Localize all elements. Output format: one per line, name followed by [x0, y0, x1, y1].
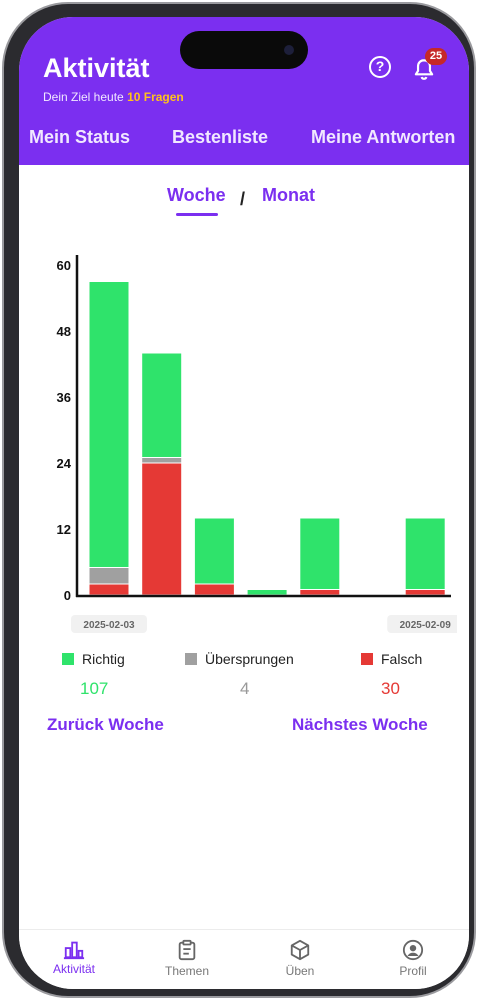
daily-goal: Dein Ziel heute 10 Fragen	[43, 90, 184, 104]
nav-item-themen[interactable]: Themen	[147, 938, 227, 978]
nav-label-ueben: Üben	[285, 964, 315, 978]
bar-segment-übersprungen	[88, 567, 130, 585]
dynamic-island	[180, 31, 308, 69]
count-richtig: 107	[80, 679, 109, 698]
count-uebersprungen: 4	[240, 679, 250, 698]
legend-falsch: Falsch	[361, 651, 422, 667]
legend-swatch-uebersprungen	[185, 653, 197, 665]
bar-segment-falsch	[299, 589, 341, 596]
y-tick-label: 24	[57, 456, 72, 471]
x-tick-label: 2025-02-09	[400, 620, 452, 631]
help-icon[interactable]: ?	[369, 56, 391, 78]
nav-label-aktivitaet: Aktivität	[52, 962, 95, 976]
tab-mein-status[interactable]: Mein Status	[29, 127, 130, 148]
legend-uebersprungen: Übersprungen	[185, 651, 294, 667]
toggle-month[interactable]: Monat	[262, 185, 315, 206]
tab-meine-antworten[interactable]: Meine Antworten	[311, 127, 455, 148]
goal-prefix: Dein Ziel heute	[43, 90, 124, 104]
count-falsch: 30	[381, 679, 400, 698]
bar-segment-falsch	[404, 589, 446, 596]
nav-label-themen: Themen	[164, 964, 210, 978]
legend-swatch-richtig	[62, 653, 74, 665]
bar-segment-richtig	[193, 517, 235, 585]
clipboard-icon	[178, 939, 196, 961]
toggle-separator: /	[240, 189, 246, 209]
bar-segment-richtig	[88, 281, 130, 568]
y-tick-label: 48	[57, 324, 71, 339]
legend-label-falsch: Falsch	[381, 651, 423, 667]
tab-bestenliste[interactable]: Bestenliste	[172, 127, 268, 148]
legend-swatch-falsch	[361, 653, 373, 665]
nav-label-profil: Profil	[399, 964, 427, 978]
nav-item-profil[interactable]: Profil	[373, 938, 453, 978]
bar-segment-falsch	[193, 583, 235, 596]
activity-bar-chart: 0 12 24 36 48 60 2025-02-03 2025-02-09	[57, 255, 457, 633]
toggle-week[interactable]: Woche	[167, 185, 226, 206]
y-tick-label: 0	[64, 588, 71, 603]
active-period-underline	[176, 213, 218, 216]
y-tick-label: 12	[57, 522, 71, 537]
legend-label-richtig: Richtig	[82, 651, 125, 667]
previous-week-button[interactable]: Zurück Woche	[47, 715, 164, 735]
bar-segment-richtig	[404, 517, 446, 590]
bottom-navigation: Aktivität Themen Üben Profil	[19, 929, 469, 989]
camera-icon	[284, 45, 294, 55]
cube-icon	[290, 939, 310, 961]
nav-item-ueben[interactable]: Üben	[260, 938, 340, 978]
chart-icon	[63, 941, 85, 960]
bar-segment-übersprungen	[141, 457, 183, 464]
notification-badge: 25	[425, 48, 447, 65]
y-tick-label: 60	[57, 258, 71, 273]
next-week-button[interactable]: Nächstes Woche	[292, 715, 428, 735]
bar-segment-richtig	[299, 517, 341, 590]
app-screen: Aktivität Dein Ziel heute 10 Fragen ? 25…	[19, 17, 469, 989]
bar-segment-richtig	[246, 589, 288, 596]
bar-segment-falsch	[141, 462, 183, 596]
phone-frame: Aktivität Dein Ziel heute 10 Fragen ? 25…	[2, 2, 476, 998]
legend-label-uebersprungen: Übersprungen	[205, 651, 294, 667]
page-title: Aktivität	[43, 53, 150, 83]
bar-segment-richtig	[141, 352, 183, 458]
user-icon	[402, 939, 424, 961]
x-tick-label: 2025-02-03	[83, 620, 135, 631]
y-tick-label: 36	[57, 390, 71, 405]
goal-value: 10 Fragen	[127, 90, 184, 104]
nav-item-aktivitaet[interactable]: Aktivität	[34, 938, 114, 976]
bar-segment-falsch	[88, 583, 130, 596]
header-tabs: Mein Status Bestenliste Meine Antworten	[19, 127, 469, 155]
legend-richtig: Richtig	[62, 651, 125, 667]
